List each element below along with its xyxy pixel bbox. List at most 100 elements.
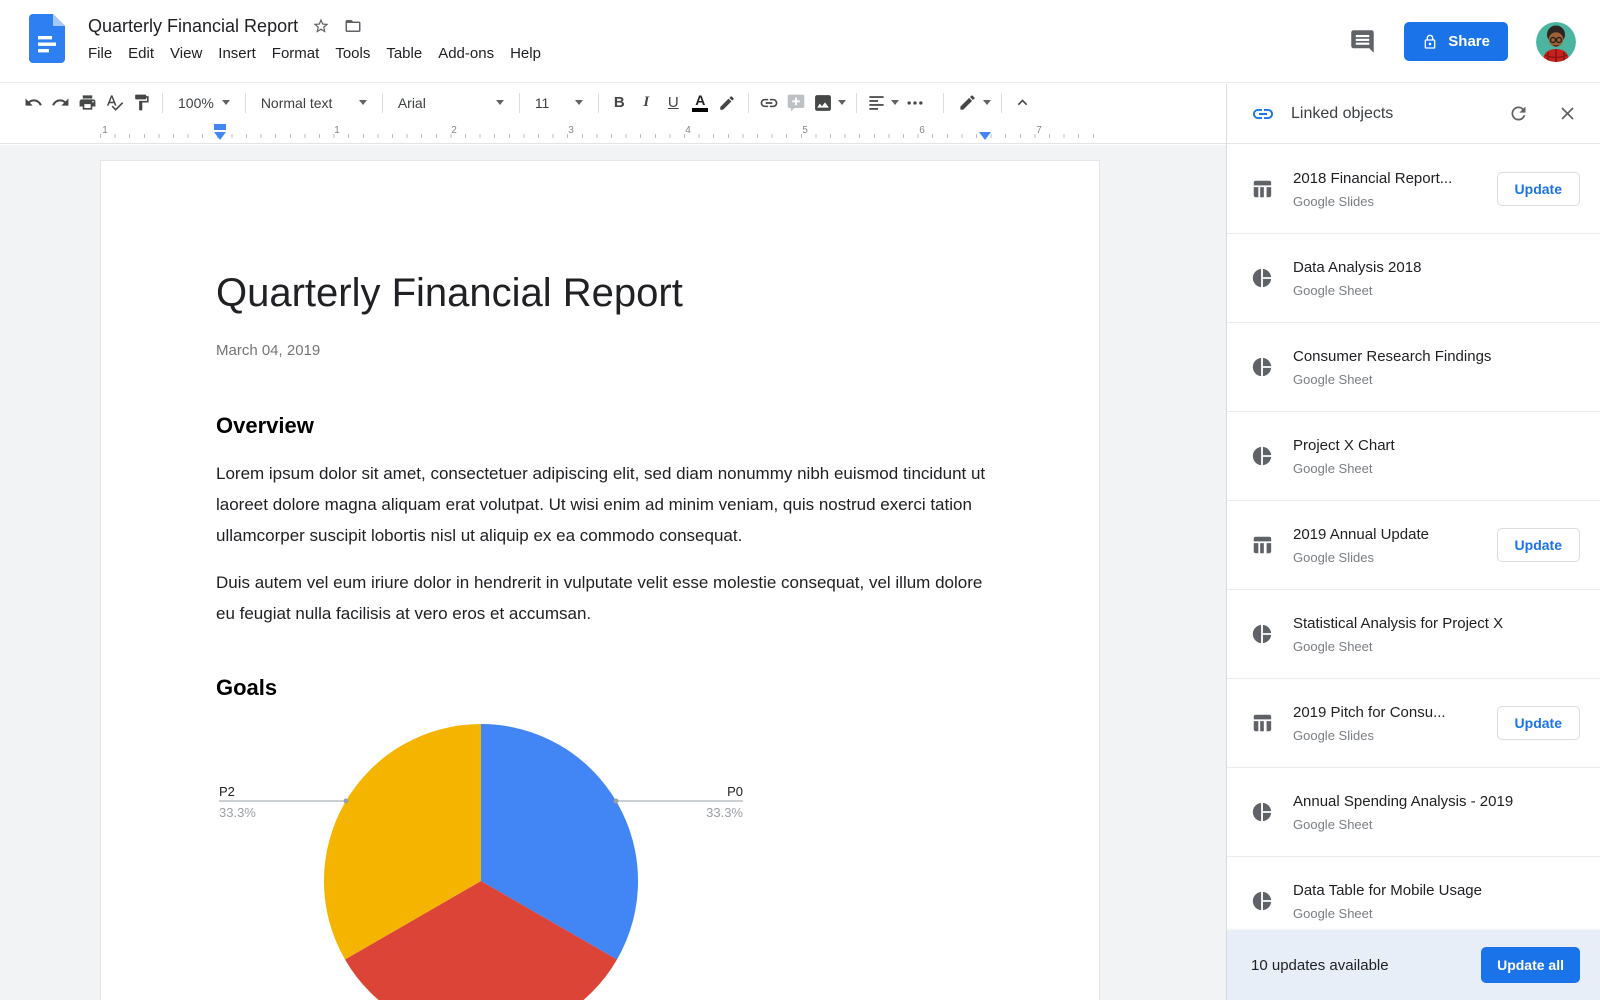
menu-bar: File Edit View Insert Format Tools Table… — [80, 43, 549, 64]
ruler[interactable]: 1 1 2 3 4 5 6 7 — [0, 121, 1226, 144]
linked-object-title: 2018 Financial Report... — [1293, 170, 1497, 187]
pie-chart-icon — [1251, 267, 1273, 289]
font-size-select[interactable]: 11 — [527, 89, 591, 116]
undo-button[interactable] — [20, 89, 47, 116]
undo-icon — [24, 93, 43, 112]
document-page[interactable]: Quarterly Financial Report March 04, 201… — [100, 160, 1100, 1000]
editing-mode-button[interactable] — [955, 89, 994, 116]
more-dots-icon — [905, 93, 925, 113]
pie-chart-icon — [1251, 890, 1273, 912]
toolbar-separator — [748, 93, 749, 113]
menu-file[interactable]: File — [80, 43, 120, 64]
paragraph-style-value: Normal text — [261, 95, 333, 111]
linked-object-row[interactable]: Consumer Research Findings Google Sheet — [1227, 323, 1600, 412]
app-header: Quarterly Financial Report File Edit Vie… — [0, 0, 1600, 83]
spellcheck-button[interactable] — [101, 89, 128, 116]
linked-object-row[interactable]: 2019 Pitch for Consu... Google Slides Up… — [1227, 679, 1600, 768]
add-comment-icon — [786, 93, 806, 113]
align-left-icon — [867, 93, 886, 112]
pen-icon — [958, 93, 977, 112]
first-line-indent-marker[interactable] — [214, 124, 226, 130]
update-all-button[interactable]: Update all — [1481, 947, 1580, 983]
menu-addons[interactable]: Add-ons — [430, 43, 502, 64]
doc-heading-goals[interactable]: Goals — [216, 675, 277, 701]
chevron-down-icon — [359, 100, 367, 105]
bold-button[interactable]: B — [606, 89, 633, 116]
star-icon[interactable] — [312, 17, 330, 35]
doc-heading-title[interactable]: Quarterly Financial Report — [216, 271, 683, 316]
print-button[interactable] — [74, 89, 101, 116]
comments-icon[interactable] — [1349, 28, 1376, 55]
linked-object-title: 2019 Annual Update — [1293, 526, 1497, 543]
doc-paragraph-2[interactable]: Duis autem vel eum iriure dolor in hendr… — [216, 567, 991, 629]
move-folder-icon[interactable] — [344, 17, 362, 35]
zoom-select[interactable]: 100% — [170, 89, 238, 116]
doc-paragraph-1[interactable]: Lorem ipsum dolor sit amet, consectetuer… — [216, 458, 991, 551]
sidebar-header: Linked objects — [1227, 84, 1600, 144]
menu-tools[interactable]: Tools — [327, 43, 378, 64]
goals-pie-chart[interactable]: P2 33.3% P0 33.3% — [101, 701, 1101, 1000]
menu-help[interactable]: Help — [502, 43, 549, 64]
text-color-button[interactable]: A — [687, 89, 714, 116]
chevron-down-icon — [575, 100, 583, 105]
table-chart-icon — [1251, 712, 1273, 734]
ruler-number: 6 — [919, 125, 925, 136]
highlighter-icon — [718, 94, 736, 112]
document-canvas: Quarterly Financial Report March 04, 201… — [0, 145, 1226, 1000]
pie-chart-icon — [1251, 801, 1273, 823]
chevron-down-icon — [983, 100, 991, 105]
menu-view[interactable]: View — [162, 43, 210, 64]
linked-object-row[interactable]: Project X Chart Google Sheet — [1227, 412, 1600, 501]
callout-percent-p0: 33.3% — [706, 805, 743, 820]
collapse-toolbar-button[interactable] — [1009, 89, 1036, 116]
highlight-color-button[interactable] — [714, 89, 741, 116]
insert-image-button[interactable] — [810, 89, 849, 116]
linked-object-row[interactable]: 2018 Financial Report... Google Slides U… — [1227, 145, 1600, 234]
menu-edit[interactable]: Edit — [120, 43, 162, 64]
user-avatar[interactable] — [1536, 22, 1576, 62]
menu-insert[interactable]: Insert — [210, 43, 264, 64]
add-comment-button[interactable] — [783, 89, 810, 116]
close-sidebar-button[interactable] — [1557, 103, 1578, 124]
paragraph-style-select[interactable]: Normal text — [253, 89, 375, 116]
italic-button[interactable]: I — [633, 89, 660, 116]
table-chart-icon — [1251, 178, 1273, 200]
print-icon — [78, 93, 97, 112]
linked-objects-list: 2018 Financial Report... Google Slides U… — [1227, 145, 1600, 1000]
linked-object-row[interactable]: Data Analysis 2018 Google Sheet — [1227, 234, 1600, 323]
update-button[interactable]: Update — [1497, 528, 1580, 562]
table-chart-icon — [1251, 534, 1273, 556]
menu-format[interactable]: Format — [264, 43, 328, 64]
more-options-button[interactable] — [902, 89, 929, 116]
share-button[interactable]: Share — [1404, 22, 1508, 61]
linked-object-type: Google Sheet — [1293, 283, 1580, 298]
doc-heading-overview[interactable]: Overview — [216, 413, 314, 439]
underline-button[interactable]: U — [660, 89, 687, 116]
font-size-value: 11 — [535, 95, 550, 111]
align-button[interactable] — [864, 89, 902, 116]
doc-date[interactable]: March 04, 2019 — [216, 342, 320, 359]
menu-table[interactable]: Table — [378, 43, 430, 64]
refresh-button[interactable] — [1508, 103, 1529, 124]
linked-object-row[interactable]: Annual Spending Analysis - 2019 Google S… — [1227, 768, 1600, 857]
sidebar-title: Linked objects — [1291, 105, 1508, 123]
redo-button[interactable] — [47, 89, 74, 116]
linked-object-row[interactable]: Statistical Analysis for Project X Googl… — [1227, 590, 1600, 679]
update-button[interactable]: Update — [1497, 706, 1580, 740]
document-title[interactable]: Quarterly Financial Report — [88, 16, 298, 37]
share-label: Share — [1448, 33, 1490, 50]
lock-icon — [1422, 34, 1438, 50]
paint-format-button[interactable] — [128, 89, 155, 116]
left-indent-marker[interactable] — [214, 132, 226, 140]
linked-object-type: Google Sheet — [1293, 817, 1580, 832]
insert-link-button[interactable] — [756, 89, 783, 116]
google-docs-logo-icon[interactable] — [29, 14, 65, 63]
italic-glyph: I — [643, 94, 649, 111]
update-button[interactable]: Update — [1497, 172, 1580, 206]
linked-object-type: Google Sheet — [1293, 906, 1580, 921]
linked-object-row[interactable]: 2019 Annual Update Google Slides Update — [1227, 501, 1600, 590]
underline-glyph: U — [668, 94, 679, 111]
right-indent-marker[interactable] — [979, 132, 991, 140]
font-family-select[interactable]: Arial — [390, 89, 512, 116]
chevron-down-icon — [891, 100, 899, 105]
